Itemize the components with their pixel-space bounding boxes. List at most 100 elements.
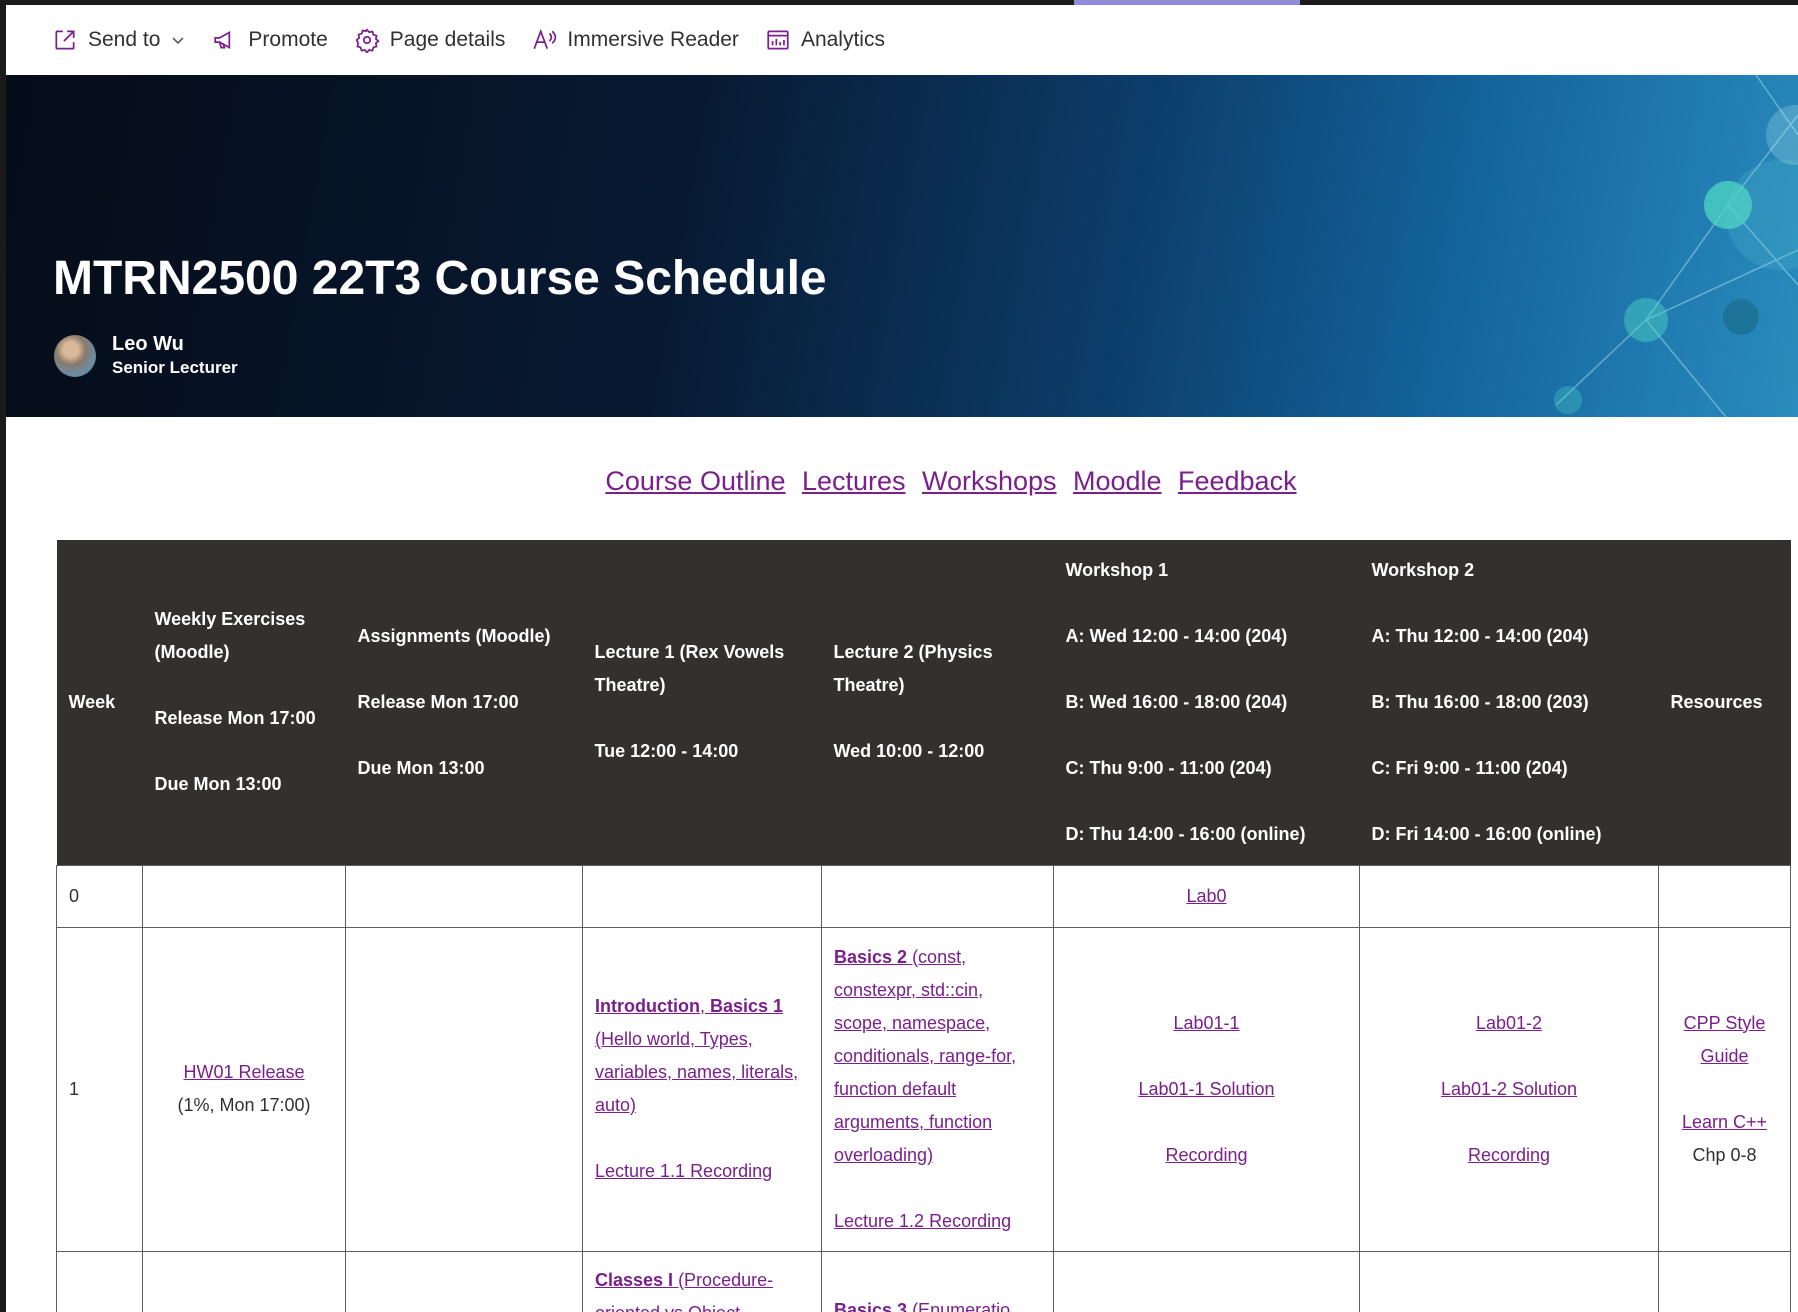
link-lectures[interactable]: Lectures: [802, 466, 906, 496]
cell-lec2: [821, 864, 1054, 928]
quick-links: Course Outline Lectures Workshops Moodle…: [0, 466, 1798, 497]
header-assign-title: Assignments (Moodle): [357, 625, 551, 646]
hw01-note: (1%, Mon 17:00): [177, 1095, 311, 1115]
header-ws1-d: D: Thu 14:00 - 16:00 (online): [1065, 823, 1306, 844]
immersive-reader-icon: [533, 28, 557, 49]
link-lab01-2[interactable]: Lab01-2: [1476, 1013, 1542, 1033]
send-to-button[interactable]: Send to: [52, 27, 186, 53]
page-details-label: Page details: [389, 28, 506, 51]
cell-weekly: [142, 1250, 346, 1312]
table-row-week-0: 0 Lab0: [56, 864, 1791, 928]
cell-weekly: [142, 864, 346, 928]
analytics-icon: [767, 30, 789, 50]
header-ws1-c: C: Thu 9:00 - 11:00 (204): [1065, 757, 1272, 778]
cell-ws1: Lab01-1 Lab01-1 Solution Recording: [1053, 926, 1360, 1252]
link-course-outline[interactable]: Course Outline: [605, 466, 785, 496]
header-lecture-1: Lecture 1 (Rex Vowels Theatre) Tue 12:00…: [582, 540, 822, 865]
link-lab01-2-solution[interactable]: Lab01-2 Solution: [1441, 1079, 1577, 1099]
cell-resources: CPP Style Guide Learn C++ Chp 0-8: [1658, 926, 1791, 1252]
link-basics-1[interactable]: Basics 1: [710, 996, 783, 1016]
link-hw01-release[interactable]: HW01 Release: [183, 1062, 304, 1082]
analytics-label: Analytics: [800, 28, 885, 51]
megaphone-icon: [214, 30, 231, 50]
cell-ws2: [1359, 864, 1659, 928]
cell-lec1: [582, 864, 822, 928]
cell-assign: [345, 1250, 583, 1312]
link-classes-1[interactable]: Classes I: [595, 1270, 673, 1290]
header-weekly-exercises: Weekly Exercises (Moodle) Release Mon 17…: [142, 540, 346, 865]
link-introduction[interactable]: Introduction: [595, 996, 700, 1016]
page-title: MTRN2500 22T3 Course Schedule: [53, 252, 827, 305]
cell-ws1: Lab0: [1053, 864, 1360, 928]
header-week: Week: [56, 540, 143, 865]
share-icon: [55, 30, 75, 50]
schedule-table: Week Weekly Exercises (Moodle) Release M…: [56, 540, 1791, 1312]
author-name[interactable]: Leo Wu: [112, 333, 238, 356]
header-ws1-a: A: Wed 12:00 - 14:00 (204): [1065, 625, 1288, 646]
header-lec2-title: Lecture 2 (Physics Theatre): [833, 642, 993, 696]
cell-ws2: [1359, 1250, 1659, 1312]
header-ws1-b: B: Wed 16:00 - 18:00 (204): [1065, 691, 1288, 712]
cell-ws1: [1053, 1250, 1360, 1312]
header-weekly-release: Release Mon 17:00: [154, 708, 316, 729]
analytics-button[interactable]: Analytics: [765, 27, 885, 53]
table-row-week-1: 1 HW01 Release (1%, Mon 17:00) Introduct…: [56, 926, 1791, 1252]
promote-button[interactable]: Promote: [212, 27, 328, 53]
link-moodle[interactable]: Moodle: [1073, 466, 1162, 496]
title-banner: MTRN2500 22T3 Course Schedule Leo Wu Sen…: [6, 75, 1798, 417]
command-bar: Send to Promote Page details Immersive R…: [6, 5, 1798, 75]
send-to-label: Send to: [88, 28, 161, 51]
cell-weekly: HW01 Release (1%, Mon 17:00): [142, 926, 346, 1252]
immersive-reader-label: Immersive Reader: [567, 28, 739, 51]
link-lab01-1-solution[interactable]: Lab01-1 Solution: [1138, 1079, 1274, 1099]
link-lab01-1[interactable]: Lab01-1: [1173, 1013, 1239, 1033]
cell-resources: [1658, 864, 1791, 928]
header-workshop-2: Workshop 2 A: Thu 12:00 - 14:00 (204) B:…: [1359, 540, 1659, 865]
header-lecture-2: Lecture 2 (Physics Theatre) Wed 10:00 - …: [821, 540, 1054, 865]
banner-network-graphic: [1554, 75, 1798, 417]
page-details-button[interactable]: Page details: [354, 27, 506, 53]
link-lecture-1-2-recording[interactable]: Lecture 1.2 Recording: [834, 1211, 1011, 1231]
header-assign-release: Release Mon 17:00: [357, 691, 519, 712]
cell-lec2: Basics 3 (Enumeratio: [821, 1250, 1054, 1312]
link-basics-2[interactable]: Basics 2: [834, 947, 907, 967]
link-feedback[interactable]: Feedback: [1178, 466, 1297, 496]
header-resources: Resources: [1658, 540, 1791, 865]
link-basics-3[interactable]: Basics 3: [834, 1300, 907, 1312]
link-workshops[interactable]: Workshops: [922, 466, 1057, 496]
link-basics-3-topics[interactable]: (Enumeratio: [907, 1300, 1010, 1312]
cell-week: 1: [56, 926, 143, 1252]
header-weekly-due: Due Mon 13:00: [154, 774, 282, 795]
author-avatar[interactable]: [54, 334, 96, 377]
author-role: Senior Lecturer: [112, 358, 238, 377]
lec1-separator[interactable]: ,: [700, 996, 710, 1016]
header-ws2-a: A: Thu 12:00 - 14:00 (204): [1371, 625, 1589, 646]
author-block: Leo Wu Senior Lecturer: [54, 333, 238, 378]
cell-lec1: Introduction, Basics 1 (Hello world, Typ…: [582, 926, 822, 1252]
header-lec1-time: Tue 12:00 - 14:00: [594, 741, 739, 762]
link-lec1-topics[interactable]: (Hello world, Types, variables, names, l…: [595, 1029, 798, 1115]
link-ws2-recording[interactable]: Recording: [1468, 1145, 1550, 1165]
link-ws1-recording[interactable]: Recording: [1165, 1145, 1247, 1165]
header-workshop-1: Workshop 1 A: Wed 12:00 - 14:00 (204) B:…: [1053, 540, 1360, 865]
link-learn-cpp[interactable]: Learn C++: [1682, 1112, 1767, 1132]
header-lec2-time: Wed 10:00 - 12:00: [833, 741, 985, 762]
header-resources-label: Resources: [1670, 691, 1763, 712]
cell-assign: [345, 926, 583, 1252]
cell-week: 0: [56, 864, 143, 928]
link-cpp-style-guide[interactable]: CPP Style Guide: [1684, 1013, 1766, 1066]
chevron-down-icon: [172, 37, 184, 45]
header-lec1-title: Lecture 1 (Rex Vowels Theatre): [594, 642, 785, 696]
cell-week: [56, 1250, 143, 1312]
header-ws1-title: Workshop 1: [1065, 559, 1169, 580]
immersive-reader-button[interactable]: Immersive Reader: [531, 27, 739, 53]
header-weekly-title: Weekly Exercises (Moodle): [154, 609, 306, 663]
app-frame: Send to Promote Page details Immersive R…: [0, 0, 1798, 1312]
link-lab0[interactable]: Lab0: [1186, 886, 1226, 906]
cell-ws2: Lab01-2 Lab01-2 Solution Recording: [1359, 926, 1659, 1252]
learn-cpp-chapters: Chp 0-8: [1692, 1144, 1757, 1165]
cell-assign: [345, 864, 583, 928]
cell-lec2: Basics 2 (const, constexpr, std::cin, sc…: [821, 926, 1054, 1252]
link-lecture-1-1-recording[interactable]: Lecture 1.1 Recording: [595, 1161, 772, 1181]
link-lec2-topics[interactable]: (const, constexpr, std::cin, scope, name…: [834, 947, 1016, 1165]
